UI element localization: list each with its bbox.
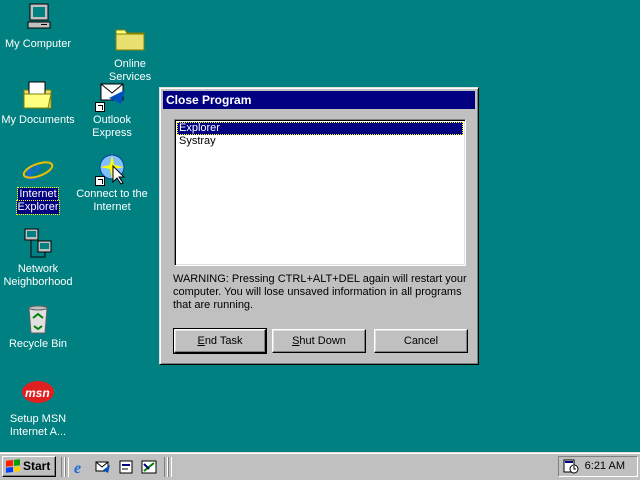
warning-text: WARNING: Pressing CTRL+ALT+DEL again wil… bbox=[173, 273, 467, 311]
start-label: Start bbox=[23, 459, 51, 473]
quicklaunch-channels-icon[interactable] bbox=[141, 459, 157, 475]
icon-label-line2: Internet bbox=[93, 201, 131, 213]
connect-internet-icon bbox=[95, 152, 129, 186]
desktop-icon-online-services[interactable]: Online Services bbox=[92, 22, 168, 84]
shortcut-arrow-icon bbox=[95, 102, 105, 112]
cancel-label: Cancel bbox=[403, 335, 439, 347]
svg-text:e: e bbox=[74, 460, 81, 475]
icon-label-line2: Express bbox=[92, 127, 132, 139]
recycle-bin-icon bbox=[21, 302, 55, 336]
shortcut-arrow-icon bbox=[95, 176, 105, 186]
icon-label-line1: Setup MSN bbox=[9, 413, 67, 425]
windows-logo-icon bbox=[6, 459, 20, 473]
end-task-mnemonic: E bbox=[197, 335, 205, 347]
start-button[interactable]: Start bbox=[2, 456, 56, 477]
taskbar-grip-2[interactable] bbox=[168, 457, 172, 477]
desktop-icon-my-documents[interactable]: My Documents bbox=[0, 78, 76, 127]
icon-label-line1: Online bbox=[114, 58, 146, 70]
end-task-label: nd Task bbox=[204, 335, 243, 347]
tray-scheduler-icon[interactable] bbox=[563, 458, 579, 474]
quicklaunch-outlook-express-icon[interactable] bbox=[95, 459, 111, 475]
desktop-icon-recycle-bin[interactable]: Recycle Bin bbox=[0, 302, 76, 351]
icon-label-line2: Explorer bbox=[15, 200, 61, 215]
icon-label: My Computer bbox=[4, 38, 72, 50]
icon-label: My Documents bbox=[1, 114, 75, 126]
icon-label-line1: Internet bbox=[17, 187, 59, 202]
taskbar-grip[interactable] bbox=[65, 457, 69, 477]
icon-label-line2: Neighborhood bbox=[3, 276, 73, 288]
shut-down-label: hut Down bbox=[299, 335, 346, 347]
quicklaunch-internet-explorer-icon[interactable]: e bbox=[72, 459, 88, 477]
desktop-icon-network-neighborhood[interactable]: Network Neighborhood bbox=[0, 227, 76, 289]
svg-text:msn: msn bbox=[25, 386, 50, 400]
taskbar: Start e 6:21 AM bbox=[0, 452, 640, 480]
end-task-button[interactable]: End Task bbox=[173, 328, 267, 354]
desktop-icon-outlook-express[interactable]: Outlook Express bbox=[74, 78, 150, 140]
icon-label-line2: Internet A... bbox=[9, 426, 67, 438]
shut-down-button[interactable]: Shut Down bbox=[272, 329, 366, 353]
quicklaunch-show-desktop-icon[interactable] bbox=[118, 459, 134, 475]
dialog-title: Close Program bbox=[166, 93, 252, 107]
desktop-icon-connect-internet[interactable]: Connect to the Internet bbox=[74, 152, 150, 214]
clock[interactable]: 6:21 AM bbox=[585, 460, 625, 472]
network-icon bbox=[21, 227, 55, 261]
program-item-systray[interactable]: Systray bbox=[177, 135, 463, 148]
computer-icon bbox=[21, 2, 55, 36]
dialog-title-bar[interactable]: Close Program bbox=[163, 91, 475, 109]
cancel-button[interactable]: Cancel bbox=[374, 329, 468, 353]
folder-icon bbox=[113, 22, 147, 56]
system-tray: 6:21 AM bbox=[558, 456, 638, 477]
icon-label-line1: Network bbox=[17, 263, 59, 275]
program-item-explorer[interactable]: Explorer bbox=[177, 122, 463, 135]
icon-label-line1: Connect to the bbox=[76, 188, 148, 200]
outlook-express-icon bbox=[95, 78, 129, 112]
icon-label-line1: Outlook bbox=[93, 114, 131, 126]
internet-explorer-icon: e bbox=[21, 151, 55, 187]
program-listbox[interactable]: Explorer Systray bbox=[174, 119, 466, 266]
icon-label: Recycle Bin bbox=[8, 338, 68, 350]
desktop-icon-setup-msn[interactable]: msn Setup MSN Internet A... bbox=[0, 377, 76, 439]
documents-folder-icon bbox=[21, 78, 55, 112]
desktop-icon-internet-explorer[interactable]: e Internet Explorer bbox=[0, 151, 76, 215]
close-program-dialog: Close Program Explorer Systray WARNING: … bbox=[159, 87, 479, 365]
desktop-icon-my-computer[interactable]: My Computer bbox=[0, 2, 76, 51]
msn-icon: msn bbox=[21, 377, 55, 411]
